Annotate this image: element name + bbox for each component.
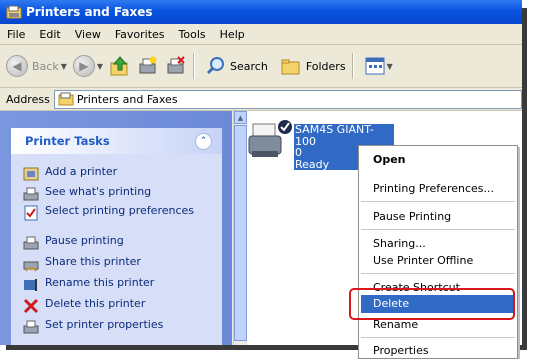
- printers-folder-small-icon: [58, 92, 74, 106]
- menu-favorites[interactable]: Favorites: [108, 28, 172, 41]
- delete-x-icon: [23, 298, 39, 314]
- task-label: Add a printer: [45, 165, 118, 178]
- window-title: Printers and Faxes: [26, 5, 153, 19]
- menu-file[interactable]: File: [0, 28, 32, 41]
- back-label: Back: [32, 59, 59, 73]
- menu-bar: File Edit View Favorites Tools Help: [0, 24, 522, 45]
- printer-icon[interactable]: [247, 118, 295, 162]
- folders-label: Folders: [305, 59, 346, 73]
- address-value: Printers and Faxes: [76, 92, 178, 106]
- up-folder-button[interactable]: [109, 55, 131, 77]
- menu-tools[interactable]: Tools: [172, 28, 213, 41]
- task-label: Rename this printer: [45, 276, 155, 289]
- back-arrow-icon: ◀: [6, 55, 28, 77]
- print-queue-icon: [23, 187, 39, 201]
- task-label: Delete this printer: [45, 297, 146, 310]
- printer-tasks-title: Printer Tasks: [25, 134, 110, 148]
- forward-button[interactable]: ▶ ▼: [72, 55, 104, 77]
- task-delete-printer[interactable]: Delete this printer: [23, 298, 195, 314]
- rename-icon: [24, 279, 37, 291]
- search-label: Search: [230, 59, 268, 73]
- task-share-printer[interactable]: Share this printer: [23, 256, 195, 272]
- folders-icon: [281, 59, 300, 75]
- vertical-scrollbar[interactable]: ▲: [233, 111, 247, 345]
- forward-dropdown-icon: ▼: [96, 61, 104, 71]
- toolbar-separator: [193, 53, 195, 79]
- menu-divider: [361, 201, 515, 202]
- menu-divider: [361, 273, 515, 274]
- back-button[interactable]: ◀ Back ▼: [6, 55, 67, 77]
- toolbar: ◀ Back ▼ ▶ ▼ Search Folders ▼: [0, 45, 522, 88]
- printer-tasks-header[interactable]: Printer Tasks ⌃: [11, 128, 222, 154]
- menu-view[interactable]: View: [68, 28, 108, 41]
- scroll-thumb[interactable]: [234, 125, 247, 341]
- toolbar-separator-2: [351, 53, 353, 79]
- add-printer-icon: [23, 167, 39, 181]
- printer-name: SAM4S GIANT-100: [295, 123, 374, 148]
- views-dropdown-icon: ▼: [386, 61, 393, 71]
- menu-edit[interactable]: Edit: [32, 28, 67, 41]
- printers-folder-icon: [6, 5, 22, 19]
- context-menu: Open Printing Preferences... Pause Print…: [358, 145, 518, 359]
- task-rename-printer[interactable]: Rename this printer: [23, 277, 195, 293]
- task-label: Share this printer: [45, 255, 141, 268]
- views-button[interactable]: ▼: [365, 57, 393, 75]
- task-see-printing[interactable]: See what's printing: [23, 186, 195, 202]
- menu-help[interactable]: Help: [213, 28, 252, 41]
- up-folder-icon: [110, 56, 128, 76]
- task-select-preferences[interactable]: Select printing preferences: [23, 205, 195, 221]
- menu-item-use-offline[interactable]: Use Printer Offline: [359, 254, 517, 267]
- printer-star-icon: [139, 56, 157, 74]
- printer-tasks-panel: Printer Tasks ⌃ Add a printer See what's…: [11, 128, 222, 345]
- task-label: Set printer properties: [45, 318, 164, 331]
- address-field[interactable]: Printers and Faxes: [53, 89, 522, 109]
- scroll-up-arrow-icon[interactable]: ▲: [234, 111, 247, 124]
- search-button[interactable]: Search: [206, 56, 268, 76]
- task-pane: Printer Tasks ⌃ Add a printer See what's…: [0, 111, 232, 345]
- add-printer-tool[interactable]: [137, 55, 159, 77]
- back-dropdown-icon: ▼: [60, 61, 67, 71]
- menu-item-pause-printing[interactable]: Pause Printing: [359, 210, 517, 223]
- preferences-icon: [24, 205, 38, 221]
- views-icon: [365, 57, 385, 75]
- address-label: Address: [6, 92, 50, 106]
- delete-highlight-annotation: [349, 288, 515, 320]
- forward-arrow-icon: ▶: [72, 55, 95, 77]
- menu-item-sharing[interactable]: Sharing...: [359, 237, 517, 250]
- menu-divider: [361, 337, 515, 338]
- menu-item-properties[interactable]: Properties: [359, 344, 517, 357]
- task-set-properties[interactable]: Set printer properties: [23, 319, 195, 335]
- printer-x-icon: [167, 56, 185, 74]
- properties-icon: [23, 320, 39, 334]
- task-label: Pause printing: [45, 234, 124, 247]
- task-pause-printing[interactable]: Pause printing: [23, 235, 195, 251]
- menu-item-open[interactable]: Open: [359, 153, 517, 166]
- task-label: Select printing preferences: [45, 204, 195, 217]
- title-bar[interactable]: Printers and Faxes: [0, 0, 522, 24]
- printer-task-tool[interactable]: [165, 55, 187, 77]
- search-icon: [206, 57, 225, 75]
- window-shadow-right: [522, 8, 527, 350]
- folders-button[interactable]: Folders: [280, 56, 346, 76]
- menu-item-printing-preferences[interactable]: Printing Preferences...: [359, 182, 517, 195]
- task-label: See what's printing: [45, 185, 152, 198]
- share-printer-icon: [23, 261, 39, 272]
- task-add-printer[interactable]: Add a printer: [23, 166, 195, 182]
- address-bar: Address Printers and Faxes: [0, 88, 522, 111]
- collapse-chevron-icon[interactable]: ⌃: [195, 132, 212, 150]
- pause-printer-icon: [23, 236, 39, 250]
- menu-divider: [361, 229, 515, 230]
